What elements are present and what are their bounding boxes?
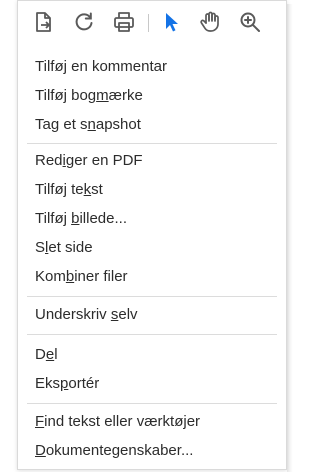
select-cursor-icon[interactable] — [159, 10, 183, 34]
menu-item-edit-pdf[interactable]: Rediger en PDF — [18, 147, 286, 175]
menu-separator — [27, 296, 277, 297]
menu-item-share[interactable]: Del — [18, 341, 286, 369]
printer-icon[interactable] — [112, 10, 136, 34]
menu-item-document-properties[interactable]: Dokumentegenskaber... — [18, 437, 286, 465]
rotate-refresh-icon[interactable] — [72, 10, 96, 34]
context-menu: Tilføj en kommentar Tilføj bogmærke Tag … — [17, 0, 287, 470]
menu-separator — [27, 334, 277, 335]
menu-item-add-bookmark[interactable]: Tilføj bogmærke — [18, 82, 286, 110]
menu-item-take-snapshot[interactable]: Tag et snapshot — [18, 111, 286, 139]
menu-item-sign-yourself[interactable]: Underskriv selv — [18, 301, 286, 329]
menu-item-add-comment[interactable]: Tilføj en kommentar — [18, 53, 286, 81]
toolbar-divider — [148, 14, 149, 32]
quick-toolbar — [18, 1, 286, 45]
menu-item-add-image[interactable]: Tilføj billede... — [18, 205, 286, 233]
zoom-in-icon[interactable] — [238, 10, 262, 34]
menu-separator — [27, 403, 277, 404]
page-export-icon[interactable] — [32, 10, 56, 34]
menu-item-combine-files[interactable]: Kombiner filer — [18, 263, 286, 291]
menu-item-export[interactable]: Eksportér — [18, 370, 286, 398]
menu-item-delete-page[interactable]: Slet side — [18, 234, 286, 262]
hand-pan-icon[interactable] — [198, 10, 222, 34]
menu-item-add-text[interactable]: Tilføj tekst — [18, 176, 286, 204]
menu-item-find-text-or-tools[interactable]: Find tekst eller værktøjer — [18, 408, 286, 436]
menu-separator — [27, 143, 277, 144]
menu-shadow — [287, 4, 293, 472]
